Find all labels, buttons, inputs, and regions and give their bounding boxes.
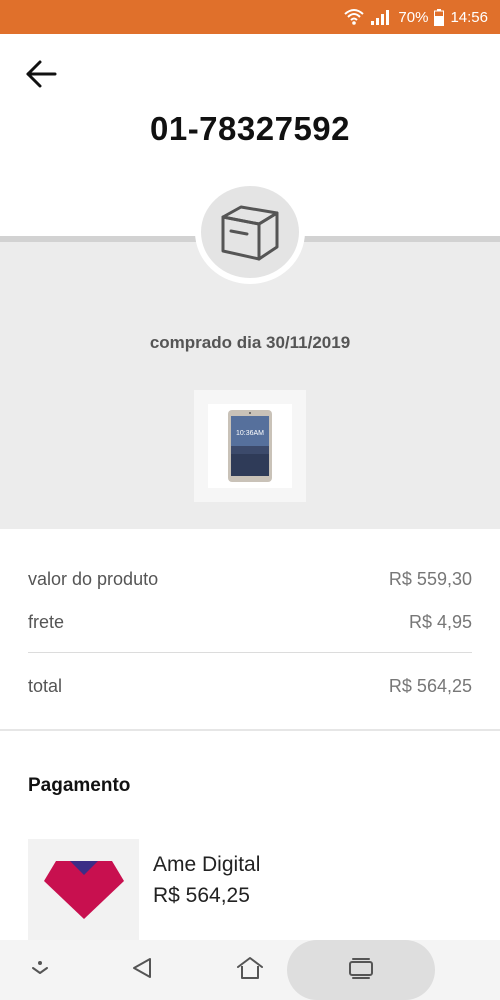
total-label: total (28, 676, 63, 696)
system-recents-button[interactable] (287, 940, 435, 1000)
svg-text:10:36AM: 10:36AM (236, 430, 264, 437)
battery-icon (434, 8, 445, 26)
battery-percent: 70% (398, 8, 429, 26)
summary-divider (28, 652, 472, 653)
signal-icon (370, 9, 392, 25)
payment-amount: R$ 564,25 (153, 884, 250, 907)
product-value-row: valor do produto R$ 559,30 (28, 569, 472, 590)
shipping-value: R$ 4,95 (408, 612, 472, 632)
system-home-button[interactable] (228, 940, 272, 1000)
product-value: R$ 559,30 (388, 569, 472, 589)
notification-down-button[interactable] (20, 940, 60, 1000)
product-value-label: valor do produto (28, 569, 159, 589)
section-divider (0, 729, 500, 731)
ame-digital-logo-icon (28, 839, 139, 940)
home-icon (235, 956, 265, 985)
order-number: 01-78327592 (149, 110, 351, 147)
clock: 14:56 (450, 8, 488, 26)
shipping-label: frete (28, 612, 65, 632)
arrow-left-icon (25, 59, 57, 94)
purchase-date: comprado dia 30/11/2019 (149, 333, 351, 352)
status-bar: 70% 14:56 (0, 0, 500, 34)
payment-heading: Pagamento (28, 775, 131, 796)
back-triangle-icon (130, 956, 154, 985)
system-back-button[interactable] (120, 940, 164, 1000)
wifi-icon (344, 8, 365, 26)
recents-icon (348, 957, 374, 984)
shipping-row: frete R$ 4,95 (28, 612, 472, 633)
notification-down-icon (30, 960, 50, 981)
payment-method-name: Ame Digital (153, 853, 261, 876)
smartphone-product-image: 10:36AM (208, 404, 292, 488)
package-box-icon (201, 186, 299, 278)
total-value: R$ 564,25 (388, 676, 472, 696)
product-thumbnail[interactable]: 10:36AM (194, 390, 306, 502)
total-row: total R$ 564,25 (28, 676, 472, 697)
back-button[interactable] (22, 58, 60, 94)
